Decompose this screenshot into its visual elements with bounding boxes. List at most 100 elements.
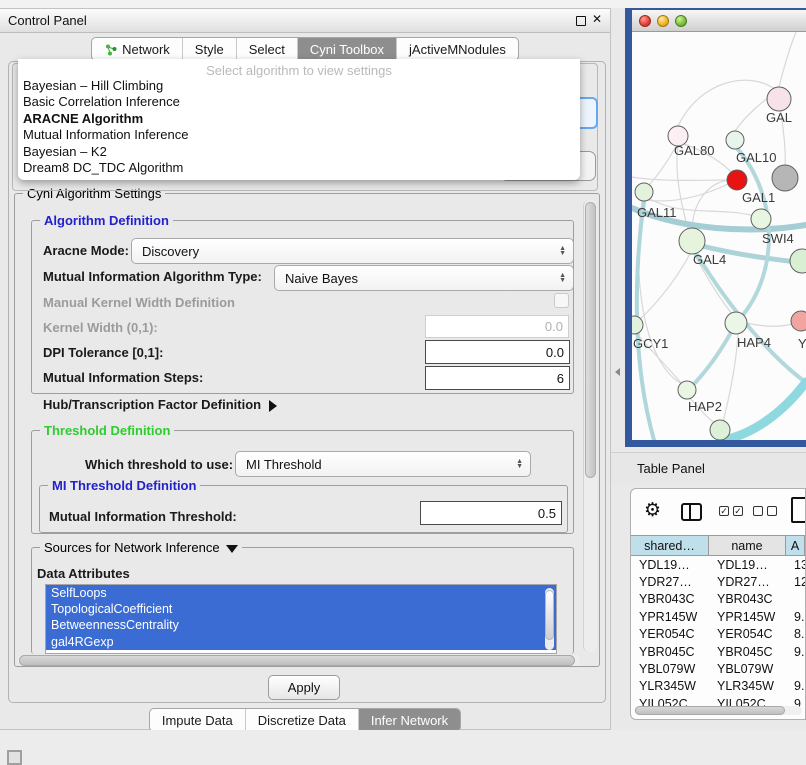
tab-network[interactable]: Network [92, 38, 182, 60]
network-tab-icon [104, 43, 117, 56]
node-label: GAL10 [736, 150, 776, 165]
table-column-header[interactable]: shared… [631, 535, 709, 556]
network-edge [677, 146, 688, 229]
node-label: SWI4 [762, 231, 794, 246]
bottom-strip [0, 730, 806, 762]
node-label: GAL [766, 110, 792, 125]
column-view-icon[interactable] [681, 503, 702, 521]
algorithm-option[interactable]: Bayesian – Hill Climbing [18, 78, 580, 94]
table-panel-title: Table Panel [611, 461, 705, 476]
table-panel-titlebar: Table Panel [611, 452, 806, 483]
network-edge [779, 32, 796, 87]
table-cell[interactable]: YBL079W [631, 660, 709, 677]
algorithm-option[interactable]: ARACNE Algorithm [18, 111, 580, 127]
network-node[interactable] [632, 316, 643, 334]
select-all-checkboxes-icon[interactable]: ✓✓ [719, 506, 743, 516]
table-cell[interactable]: YDR27… [631, 573, 709, 590]
splitter-collapse-icon[interactable] [615, 368, 620, 376]
table-cell[interactable]: 9. [786, 643, 805, 660]
deselect-all-checkboxes-icon[interactable] [753, 506, 777, 516]
gear-icon[interactable]: ⚙ [644, 499, 661, 522]
network-node[interactable] [635, 183, 653, 201]
network-edge [640, 254, 690, 319]
network-view-window: GALGAL80GAL10GAL1GAL11SWI4GAL4GCY1HAP4YH… [625, 8, 806, 447]
node-table[interactable]: shared…nameAYDL19…YDL19…13YDR27…YDR27…12… [631, 535, 805, 713]
network-edge [646, 184, 728, 201]
top-tab-bar: NetworkStyle Select Cyni Toolbox jActiveMNo… [0, 37, 610, 61]
table-cell[interactable]: YDR27… [709, 573, 786, 590]
network-node[interactable] [772, 165, 798, 191]
control-panel-title: Control Panel [8, 13, 87, 28]
tab-label: Cyni Toolbox [310, 42, 384, 57]
table-cell[interactable]: YLR345W [631, 678, 709, 695]
network-edge-thick [690, 323, 736, 388]
table-cell[interactable]: YER054C [631, 626, 709, 643]
table-column-header[interactable]: A [786, 535, 805, 556]
table-cell[interactable]: YBR043C [631, 591, 709, 608]
control-panel-window: Control Panel ✕ NetworkStyle Select Cyni T… [0, 8, 611, 730]
control-panel-titlebar: Control Panel ✕ [0, 9, 610, 33]
table-cell[interactable]: YDL19… [631, 556, 709, 573]
document-icon[interactable] [791, 497, 806, 523]
network-window-titlebar[interactable] [632, 10, 806, 32]
table-column-header[interactable]: name [709, 535, 786, 556]
network-edge [647, 146, 676, 187]
algorithm-option[interactable]: Mutual Information Inference [18, 127, 580, 143]
tab-select[interactable]: Select [236, 38, 297, 60]
table-cell[interactable]: 13 [786, 556, 805, 573]
minimize-traffic-light-icon[interactable] [657, 15, 669, 27]
tab-label: Select [249, 42, 285, 57]
tab-impute-data[interactable]: Impute Data [150, 709, 245, 731]
table-cell[interactable] [786, 660, 805, 677]
table-horizontal-scrollbar[interactable] [634, 706, 802, 715]
network-node[interactable] [726, 131, 744, 149]
table-cell[interactable]: 9. [786, 608, 805, 625]
table-cell[interactable]: YPR145W [631, 608, 709, 625]
tab-discretize-data[interactable]: Discretize Data [245, 709, 358, 731]
float-window-icon[interactable] [576, 16, 586, 26]
table-cell[interactable]: YER054C [709, 626, 786, 643]
network-edge [723, 334, 738, 422]
table-cell[interactable]: YBR045C [709, 643, 786, 660]
table-cell[interactable]: YLR345W [709, 678, 786, 695]
network-edge [632, 177, 727, 180]
node-label: HAP4 [737, 335, 771, 350]
table-cell[interactable]: 9. [786, 678, 805, 695]
network-node[interactable] [727, 170, 747, 190]
table-toolbar: ⚙ ✓✓ [631, 489, 805, 535]
table-cell[interactable]: 12 [786, 573, 805, 590]
network-node[interactable] [790, 249, 806, 273]
tab-label: jActiveMNodules [409, 42, 506, 57]
table-cell[interactable] [786, 591, 805, 608]
close-icon[interactable]: ✕ [592, 12, 602, 26]
algorithm-option[interactable]: Bayesian – K2 [18, 144, 580, 160]
network-node[interactable] [751, 209, 771, 229]
network-node[interactable] [678, 381, 696, 399]
zoom-traffic-light-icon[interactable] [675, 15, 687, 27]
network-node[interactable] [791, 311, 806, 331]
table-cell[interactable]: YDL19… [709, 556, 786, 573]
network-node[interactable] [725, 312, 747, 334]
network-canvas[interactable]: GALGAL80GAL10GAL1GAL11SWI4GAL4GCY1HAP4YH… [632, 32, 806, 440]
table-cell[interactable]: 8. [786, 626, 805, 643]
algorithm-dropdown-list: Select algorithm to view settings Bayesi… [18, 59, 580, 180]
tab-infer-network[interactable]: Infer Network [358, 709, 460, 731]
table-cell[interactable]: YPR145W [709, 608, 786, 625]
node-label: GCY1 [633, 336, 668, 351]
network-node[interactable] [679, 228, 705, 254]
algorithm-option[interactable]: Dream8 DC_TDC Algorithm [18, 160, 580, 176]
close-traffic-light-icon[interactable] [639, 15, 651, 27]
network-node[interactable] [767, 87, 791, 111]
node-label: GAL4 [693, 252, 726, 267]
table-cell[interactable]: YBL079W [709, 660, 786, 677]
network-edge [692, 180, 729, 228]
tab-cyni-toolbox[interactable]: Cyni Toolbox [297, 38, 396, 60]
network-edge [746, 323, 792, 326]
minimized-panel-icon[interactable] [7, 750, 22, 765]
table-cell[interactable]: YBR045C [631, 643, 709, 660]
algorithm-option[interactable]: Basic Correlation Inference [18, 94, 580, 110]
table-cell[interactable]: YBR043C [709, 591, 786, 608]
tab-jactivemnodules[interactable]: jActiveMNodules [396, 38, 518, 60]
tab-style[interactable]: Style [182, 38, 236, 60]
network-node[interactable] [710, 420, 730, 440]
